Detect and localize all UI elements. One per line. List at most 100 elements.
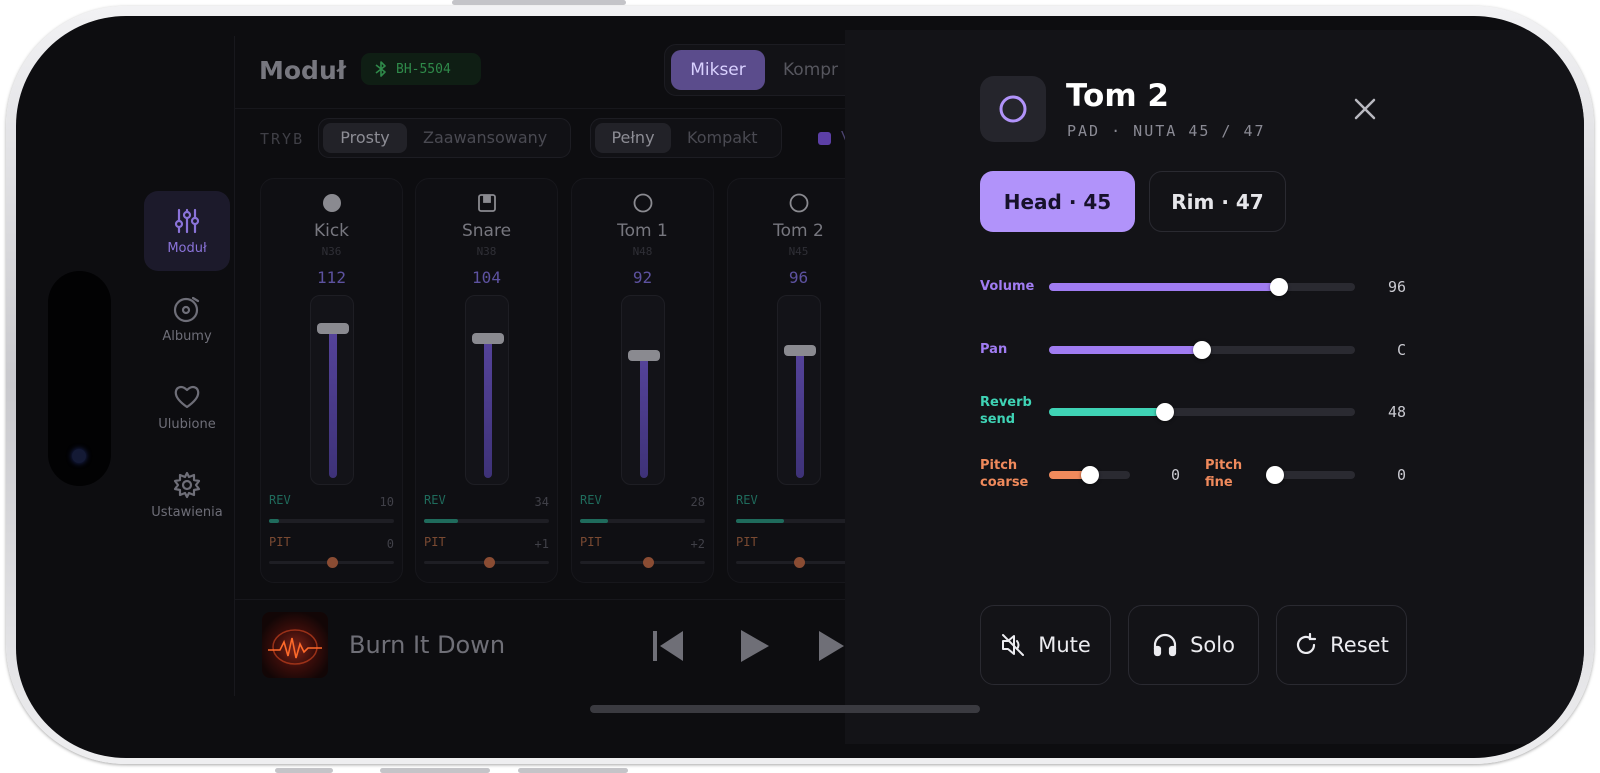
channel-pit-knob[interactable] xyxy=(793,557,805,568)
disc-icon xyxy=(173,296,200,322)
zone-head-button[interactable]: Head · 45 xyxy=(980,171,1135,232)
channel-pit-knob[interactable] xyxy=(642,557,654,568)
pad-title: Tom 2 xyxy=(1066,78,1169,114)
channel-pit-knob[interactable] xyxy=(484,557,495,568)
pan-slider[interactable] xyxy=(1049,341,1355,359)
tab-kompr[interactable]: Kompr xyxy=(783,50,838,90)
channel-rev-label: REV xyxy=(269,493,291,507)
phone-side-button xyxy=(275,768,333,773)
reset-button[interactable]: Reset xyxy=(1276,605,1407,685)
pitch-fine-label: Pitch fine xyxy=(1205,457,1242,491)
reverb-send-slider[interactable] xyxy=(1049,403,1355,421)
sidebar-item-ulubione[interactable]: Ulubione xyxy=(144,367,230,447)
sliders-icon xyxy=(174,208,200,233)
channel-pit-label: PIT xyxy=(424,535,446,549)
channel-fader-knob[interactable] xyxy=(472,333,504,345)
channel-pit-label: PIT xyxy=(580,535,602,549)
mute-label: Mute xyxy=(1038,633,1091,657)
bluetooth-icon xyxy=(375,61,386,77)
channel-pit-slider[interactable] xyxy=(269,557,394,568)
album-art-waveform xyxy=(268,629,322,665)
phone-volume-up-button xyxy=(380,768,490,773)
channel-pit-value: +1 xyxy=(534,537,549,551)
channel-rev-label: REV xyxy=(736,493,758,507)
channel-strip[interactable]: Tom 1 N48 92 REV 28 PIT +2 xyxy=(571,178,714,583)
visibility-checkbox[interactable] xyxy=(818,132,831,145)
channel-rev-slider[interactable] xyxy=(424,519,549,523)
now-playing-divider xyxy=(234,599,874,600)
circle-outline-icon xyxy=(789,193,809,213)
sidebar-item-ustawienia[interactable]: Ustawienia xyxy=(144,455,230,535)
channel-rev-label: REV xyxy=(580,493,602,507)
play-icon[interactable] xyxy=(736,628,772,664)
tab-mikser[interactable]: Mikser xyxy=(671,50,765,90)
reset-label: Reset xyxy=(1330,633,1389,657)
reset-icon xyxy=(1297,633,1317,654)
channel-strip[interactable]: Kick N36 112 REV 10 PIT 0 xyxy=(260,178,403,583)
channel-rev-slider[interactable] xyxy=(736,519,861,523)
channel-name: Tom 1 xyxy=(617,221,668,241)
pitch-fine-slider[interactable] xyxy=(1266,466,1355,484)
reverb-slider-knob[interactable] xyxy=(1156,403,1175,421)
next-track-icon[interactable] xyxy=(816,628,846,664)
pan-value: C xyxy=(1396,341,1406,359)
pitch-fine-slider-knob[interactable] xyxy=(1266,466,1284,484)
pitch-coarse-label: Pitch coarse xyxy=(980,457,1028,491)
heart-icon xyxy=(174,385,200,408)
pan-slider-knob[interactable] xyxy=(1193,341,1211,359)
channel-pit-slider[interactable] xyxy=(736,557,861,568)
pad-subtitle: PAD · NUTA 45 / 47 xyxy=(1067,122,1266,140)
bluetooth-status-badge[interactable]: BH-5504 xyxy=(361,53,481,85)
channel-rev-slider[interactable] xyxy=(269,519,394,523)
zone-rim-button[interactable]: Rim · 47 xyxy=(1149,171,1286,232)
volume-label: Volume xyxy=(980,279,1035,294)
headphones-icon xyxy=(1153,633,1177,657)
view-option-kompakt[interactable]: Kompakt xyxy=(687,123,758,153)
bluetooth-device-name: BH-5504 xyxy=(396,61,451,77)
pitch-coarse-slider-knob[interactable] xyxy=(1080,466,1099,484)
mute-button[interactable]: Mute xyxy=(980,605,1111,685)
channel-fader[interactable] xyxy=(777,295,821,485)
channel-rev-slider[interactable] xyxy=(580,519,705,523)
channel-fader[interactable] xyxy=(465,295,509,485)
volume-slider-fill xyxy=(1049,283,1279,291)
mode-option-prosty[interactable]: Prosty xyxy=(323,123,407,153)
channel-pit-slider[interactable] xyxy=(580,557,705,568)
reverb-slider-fill xyxy=(1049,408,1166,416)
channel-fader-knob[interactable] xyxy=(628,350,660,362)
channel-strip[interactable]: Snare N38 104 REV 34 PIT +1 xyxy=(415,178,558,583)
header-divider xyxy=(234,108,874,109)
mode-segmented-control: Prosty Zaawansowany xyxy=(318,118,571,158)
channel-rev-fill xyxy=(424,519,458,523)
channel-rev-value: 28 xyxy=(690,495,705,509)
speaker-muted-icon xyxy=(1002,634,1025,656)
channel-fader-knob[interactable] xyxy=(784,345,816,357)
pitch-fine-label-line2: fine xyxy=(1205,475,1233,490)
channel-fader[interactable] xyxy=(310,295,354,485)
screen: Moduł Albumy Ulubione Ustawienia Moduł B… xyxy=(16,16,1584,758)
pan-slider-fill xyxy=(1049,346,1202,354)
sidebar-item-modul[interactable]: Moduł xyxy=(144,191,230,271)
volume-slider-knob[interactable] xyxy=(1269,278,1288,296)
view-option-pelny[interactable]: Pełny xyxy=(595,123,671,153)
volume-slider[interactable] xyxy=(1049,278,1355,296)
dynamic-island xyxy=(48,271,111,486)
channel-pit-slider[interactable] xyxy=(424,557,549,568)
channel-pit-knob[interactable] xyxy=(326,557,338,568)
pitch-coarse-slider[interactable] xyxy=(1049,466,1130,484)
album-art[interactable] xyxy=(262,612,328,678)
close-icon[interactable] xyxy=(1350,94,1380,124)
channel-note: N48 xyxy=(632,245,653,258)
channel-name: Snare xyxy=(461,221,512,241)
sidebar: Moduł Albumy Ulubione Ustawienia xyxy=(144,191,230,543)
channel-rev-fill xyxy=(736,519,784,523)
previous-track-icon[interactable] xyxy=(650,628,686,664)
solo-button[interactable]: Solo xyxy=(1128,605,1259,685)
home-indicator[interactable] xyxy=(590,705,980,713)
volume-value: 96 xyxy=(1387,278,1406,296)
sidebar-item-albumy[interactable]: Albumy xyxy=(144,279,230,359)
channel-fader[interactable] xyxy=(621,295,665,485)
channel-pit-value: +2 xyxy=(690,537,705,551)
channel-fader-knob[interactable] xyxy=(317,323,349,334)
mode-option-zaawansowany[interactable]: Zaawansowany xyxy=(423,123,547,153)
